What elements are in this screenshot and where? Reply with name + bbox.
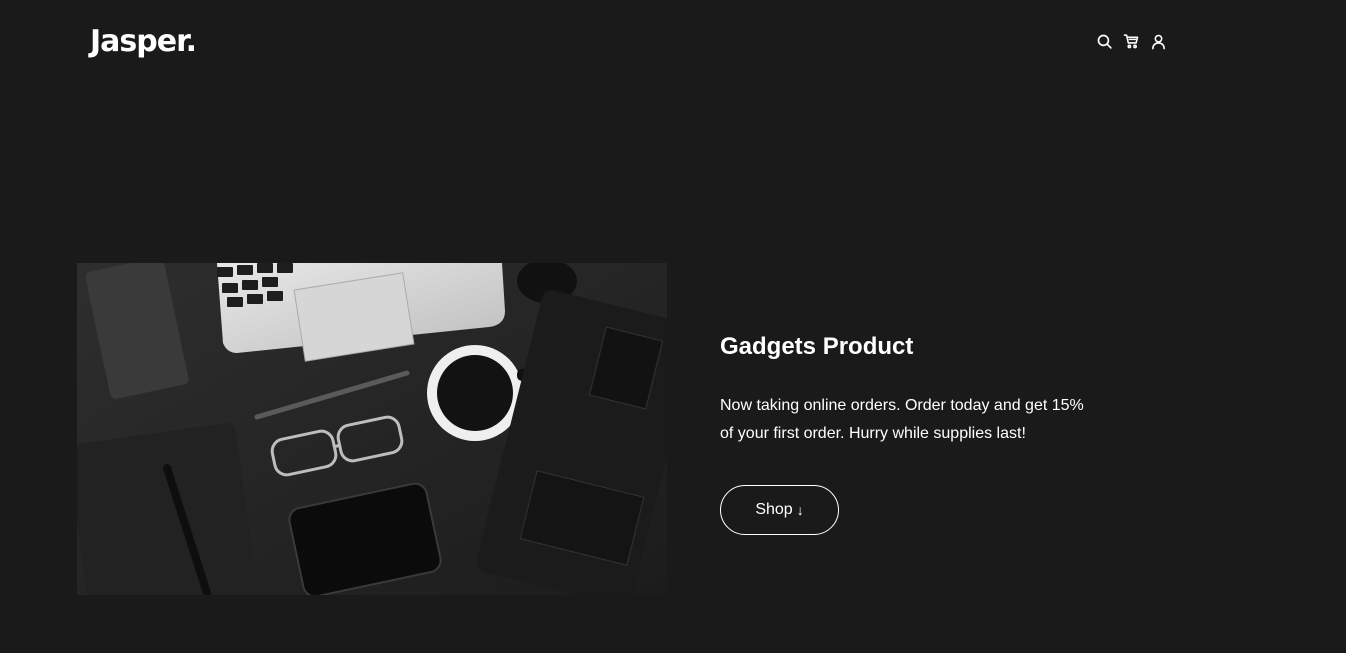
hero-title: Gadgets Product [720, 333, 914, 360]
shop-button-label: Shop [755, 501, 793, 518]
user-icon[interactable] [1150, 33, 1167, 50]
logo[interactable]: Jasper. [90, 24, 197, 60]
page: Jasper. Gadgets Product Now taking onlin… [0, 0, 1346, 653]
arrow-down-icon: ↓ [796, 502, 804, 518]
search-icon[interactable] [1096, 33, 1113, 50]
hero-image [77, 263, 667, 595]
hero-description: Now taking online orders. Order today an… [720, 397, 1084, 442]
shop-button[interactable]: Shop ↓ [720, 485, 839, 535]
hero-content: Gadgets Product Now taking online orders… [720, 330, 1140, 535]
desk-gadgets-illustration [77, 263, 667, 595]
header-icons [1096, 33, 1167, 50]
site-header: Jasper. [0, 0, 1346, 90]
cart-icon[interactable] [1123, 33, 1140, 50]
